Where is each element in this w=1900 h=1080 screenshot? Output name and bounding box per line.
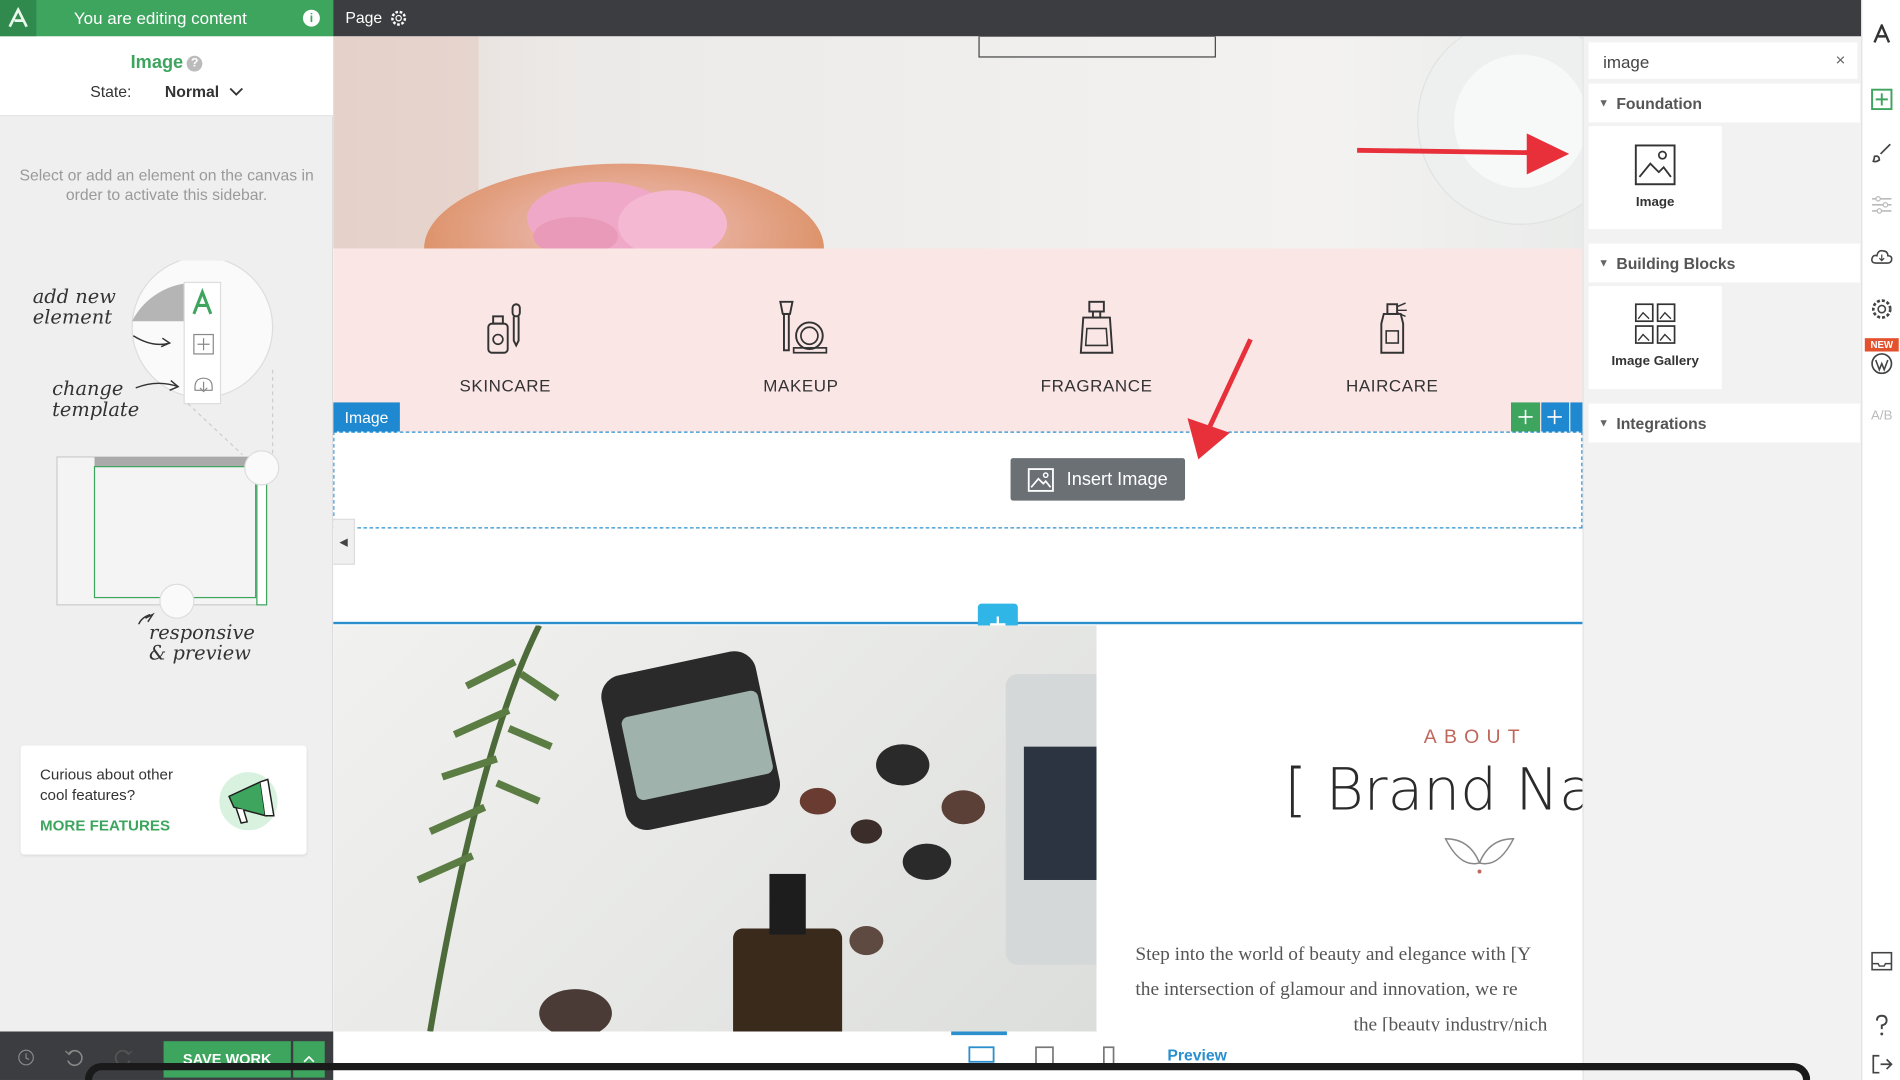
megaphone-icon bbox=[214, 767, 284, 831]
caret-down-icon: ▼ bbox=[1598, 256, 1610, 270]
editor-root: You are editing content i Image? State: … bbox=[0, 0, 1900, 1080]
element-title: Image bbox=[130, 52, 184, 73]
page-menu[interactable]: Page bbox=[345, 8, 382, 26]
undo-icon[interactable] bbox=[64, 1048, 83, 1072]
category-label: MAKEUP bbox=[763, 375, 839, 396]
insert-image-label: Insert Image bbox=[1066, 469, 1168, 490]
features-card-text: Curious about other cool features? bbox=[39, 766, 174, 804]
page-settings-gear-icon[interactable] bbox=[390, 10, 407, 31]
move-section-icon[interactable] bbox=[1510, 402, 1540, 432]
image-icon bbox=[1634, 144, 1676, 186]
top-bar: Page bbox=[333, 0, 1862, 37]
chevron-down-icon[interactable] bbox=[228, 82, 243, 100]
app-logo-icon[interactable] bbox=[0, 0, 37, 37]
about-text-line: the [beauty industry/nich bbox=[1353, 1014, 1548, 1032]
makeup-icon bbox=[779, 300, 828, 354]
tile-image-gallery[interactable]: Image Gallery bbox=[1588, 286, 1722, 390]
element-search-value: image bbox=[1603, 52, 1650, 72]
left-sidebar: You are editing content i Image? State: … bbox=[0, 0, 334, 1080]
editing-banner-text: You are editing content bbox=[73, 8, 247, 28]
section-title: Integrations bbox=[1616, 413, 1707, 433]
move-element-icon[interactable] bbox=[1540, 402, 1570, 432]
page-canvas: SKINCARE MAKEUP FRAGRANCE HAIRCARE Image bbox=[333, 36, 1583, 1032]
image-icon bbox=[1028, 467, 1055, 492]
tile-label: Image bbox=[1635, 195, 1675, 210]
help-icon[interactable] bbox=[1870, 1013, 1894, 1037]
annotation-responsive: responsive & preview bbox=[149, 620, 255, 665]
state-label: State: bbox=[90, 82, 132, 101]
category-label: HAIRCARE bbox=[1345, 375, 1439, 396]
image-element-placeholder[interactable] bbox=[333, 431, 1583, 529]
tile-image[interactable]: Image bbox=[1588, 126, 1722, 230]
state-select[interactable]: Normal bbox=[165, 82, 219, 100]
about-text-line: the intersection of glamour and innovati… bbox=[1135, 979, 1518, 1000]
editing-banner: You are editing content i bbox=[0, 0, 334, 37]
insert-image-button[interactable]: Insert Image bbox=[1010, 458, 1186, 501]
element-controls bbox=[1510, 402, 1583, 432]
leaf-ornament-icon bbox=[1444, 838, 1515, 874]
features-card: Curious about other cool features? MORE … bbox=[20, 745, 307, 855]
category-fragrance[interactable]: FRAGRANCE bbox=[1012, 299, 1182, 395]
about-title: [ Brand Nar bbox=[1284, 756, 1582, 825]
more-features-link[interactable]: MORE FEATURES bbox=[40, 817, 170, 834]
sliders-icon[interactable] bbox=[1870, 193, 1894, 217]
section-integrations[interactable]: ▼ Integrations bbox=[1588, 403, 1860, 443]
category-skincare[interactable]: SKINCARE bbox=[420, 299, 590, 395]
exit-icon[interactable] bbox=[1870, 1052, 1894, 1076]
app-logo-icon[interactable] bbox=[1870, 22, 1894, 46]
about-section: ABOUT [ Brand Nar Step into the world of… bbox=[1096, 625, 1583, 1032]
new-badge: NEW bbox=[1864, 338, 1899, 352]
history-icon[interactable] bbox=[17, 1048, 35, 1072]
add-element-icon[interactable] bbox=[1870, 87, 1894, 111]
element-search-input[interactable]: image × bbox=[1588, 42, 1858, 79]
ab-test-icon[interactable]: A/B bbox=[1870, 404, 1894, 428]
categories-section: SKINCARE MAKEUP FRAGRANCE HAIRCARE bbox=[333, 248, 1583, 434]
device-frame bbox=[84, 1063, 1811, 1080]
inbox-icon[interactable] bbox=[1870, 949, 1894, 973]
about-product-photo bbox=[333, 625, 1097, 1032]
settings-gear-icon[interactable] bbox=[1870, 297, 1894, 321]
fragrance-icon bbox=[1079, 300, 1114, 354]
section-building-blocks[interactable]: ▼ Building Blocks bbox=[1588, 243, 1860, 283]
haircare-icon bbox=[1380, 302, 1407, 354]
element-header: Image? State: Normal bbox=[0, 36, 334, 117]
section-title: Building Blocks bbox=[1616, 253, 1736, 273]
image-gallery-icon bbox=[1634, 303, 1676, 344]
about-kicker: ABOUT bbox=[1423, 727, 1527, 748]
section-foundation[interactable]: ▼ Foundation bbox=[1588, 83, 1860, 123]
sidebar-hint: Select or add an element on the canvas i… bbox=[19, 166, 314, 204]
wordpress-icon[interactable] bbox=[1870, 352, 1894, 376]
annotation-arrow-right bbox=[1357, 133, 1570, 175]
category-haircare[interactable]: HAIRCARE bbox=[1307, 299, 1477, 395]
about-text-line: Step into the world of beauty and elegan… bbox=[1135, 944, 1532, 965]
info-icon[interactable]: i bbox=[302, 9, 320, 27]
empty-section bbox=[333, 529, 1583, 625]
element-menu-icon[interactable] bbox=[1570, 402, 1583, 432]
caret-down-icon: ▼ bbox=[1598, 96, 1610, 110]
category-makeup[interactable]: MAKEUP bbox=[716, 299, 886, 395]
brush-icon[interactable] bbox=[1870, 141, 1894, 165]
tile-label: Image Gallery bbox=[1611, 353, 1699, 369]
clear-search-icon[interactable]: × bbox=[1835, 50, 1845, 69]
section-title: Foundation bbox=[1616, 93, 1703, 113]
skincare-icon bbox=[487, 303, 521, 354]
cloud-download-icon[interactable] bbox=[1870, 245, 1894, 269]
onboarding-illustration bbox=[56, 260, 280, 625]
image-element-tag[interactable]: Image bbox=[333, 402, 400, 432]
collapse-sidebar-tab[interactable]: ◀ bbox=[333, 518, 356, 565]
state-row: State: Normal bbox=[0, 82, 333, 101]
elements-panel: image × ▼ Foundation Image ▼ Building Bloc… bbox=[1582, 36, 1862, 1080]
right-tool-bar: NEW A/B bbox=[1861, 0, 1900, 1080]
annotation-arrow-down bbox=[1187, 338, 1253, 460]
category-label: SKINCARE bbox=[459, 375, 552, 396]
help-icon[interactable]: ? bbox=[186, 55, 203, 72]
category-label: FRAGRANCE bbox=[1040, 375, 1153, 396]
caret-down-icon: ▼ bbox=[1598, 416, 1610, 430]
